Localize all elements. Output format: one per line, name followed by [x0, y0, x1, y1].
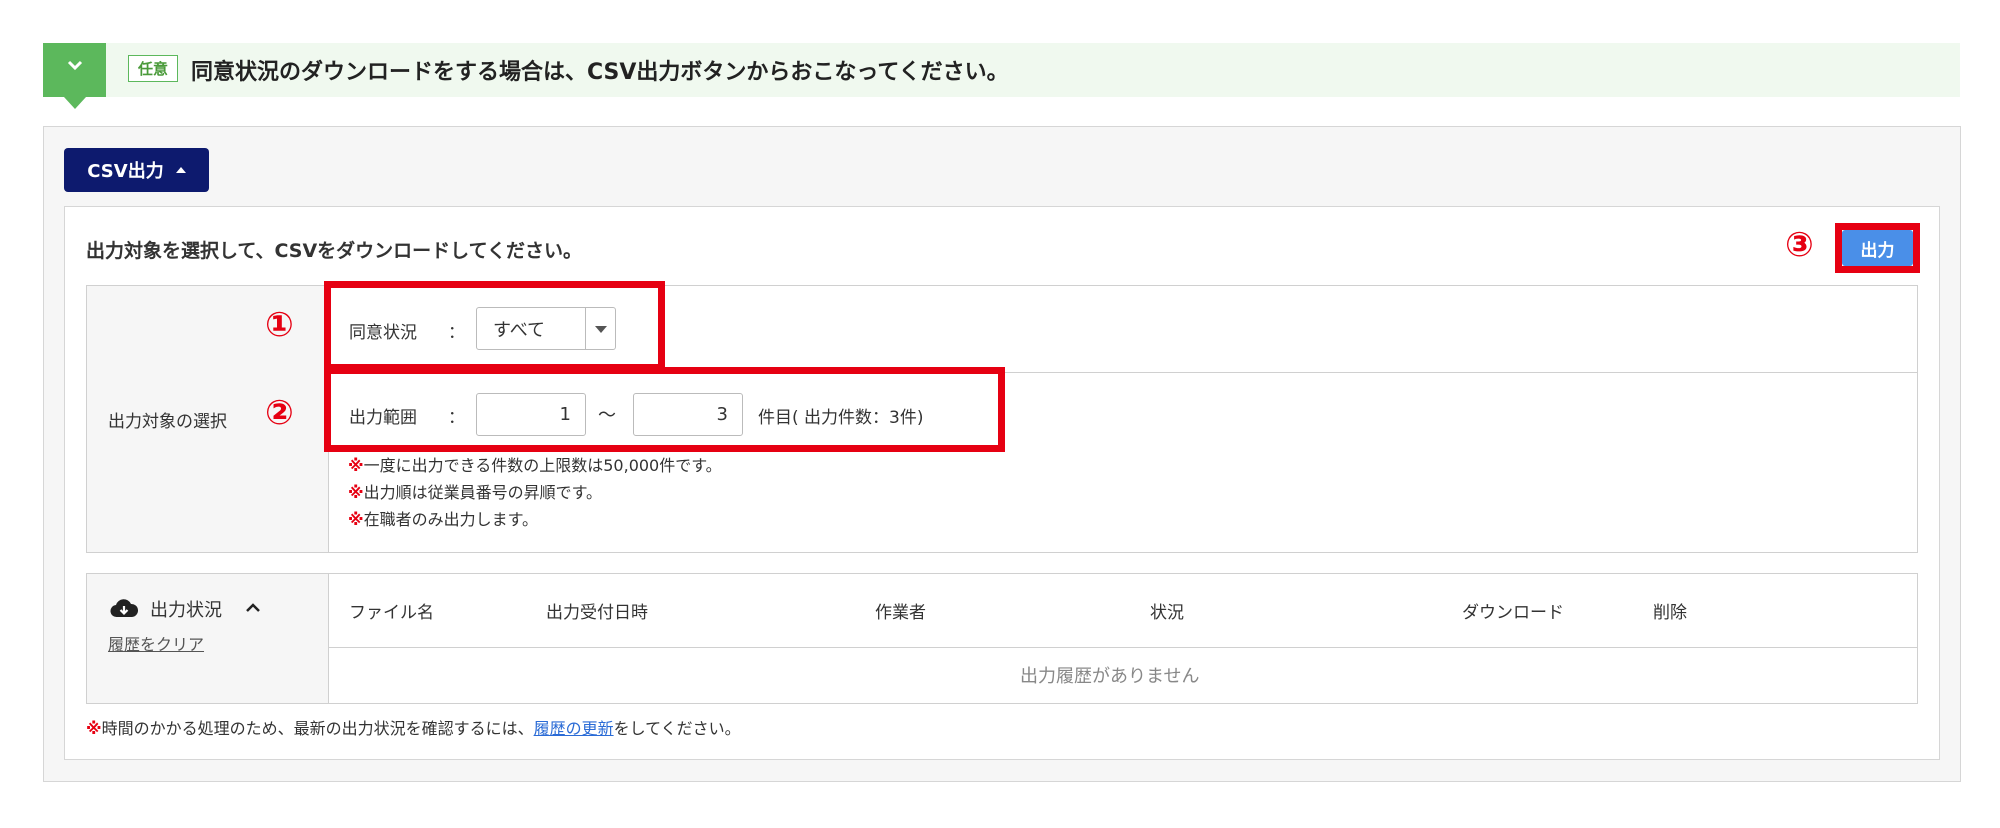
dropdown-arrow-icon[interactable]: [595, 326, 607, 333]
note-employed: ※在職者のみ出力します。: [348, 506, 538, 530]
note-text: 出力順は従業員番号の昇順です。: [363, 483, 602, 502]
select-separator: [585, 308, 586, 349]
csv-export-toggle-button[interactable]: CSV出力: [64, 148, 209, 192]
cloud-download-icon: [110, 598, 139, 622]
optional-badge: 任意: [128, 55, 178, 82]
column-received-at: 出力受付日時: [546, 603, 648, 623]
empty-history-message: 出力履歴がありません: [1020, 666, 1200, 687]
instruction-text: 出力対象を選択して、CSVをダウンロードしてください。: [86, 240, 583, 262]
status-row-divider: [329, 647, 1918, 648]
refresh-note-suffix: をしてください。: [613, 719, 741, 738]
note-limit: ※一度に出力できる件数の上限数は50,000件です。: [348, 452, 722, 476]
note-mark: ※: [348, 456, 364, 475]
column-download: ダウンロード: [1462, 603, 1564, 623]
refresh-note: ※時間のかかる処理のため、最新の出力状況を確認するには、履歴の更新をしてください…: [86, 715, 741, 739]
column-delete: 削除: [1653, 603, 1687, 623]
range-to-input[interactable]: [633, 393, 743, 436]
marker-two: ②: [265, 393, 294, 433]
output-range-label: 出力範囲: [349, 408, 417, 428]
consent-status-label: 同意状況: [349, 323, 417, 343]
range-count-text: 件目( 出力件数：3件): [758, 408, 924, 428]
column-operator: 作業者: [875, 603, 926, 623]
note-mark: ※: [348, 483, 364, 502]
note-text: 在職者のみ出力します。: [363, 510, 538, 529]
note-text: 一度に出力できる件数の上限数は50,000件です。: [363, 456, 722, 475]
output-range-colon: ：: [448, 408, 465, 428]
range-tilde: 〜: [598, 405, 616, 426]
csv-export-toggle-label: CSV出力: [87, 161, 164, 182]
note-mark: ※: [348, 510, 364, 529]
refresh-history-link[interactable]: 履歴の更新: [534, 719, 614, 738]
marker-three: ③: [1785, 225, 1814, 265]
chevron-down-icon[interactable]: [64, 54, 86, 76]
clear-history-link[interactable]: 履歴をクリア: [108, 631, 204, 655]
output-status-table: [86, 573, 1918, 704]
consent-status-colon: ：: [448, 323, 465, 343]
note-mark: ※: [86, 719, 102, 738]
caret-up-icon: [175, 167, 186, 173]
selection-header-label: 出力対象の選択: [108, 412, 227, 432]
column-status: 状況: [1150, 603, 1184, 623]
column-file-name: ファイル名: [349, 603, 434, 623]
note-order: ※出力順は従業員番号の昇順です。: [348, 479, 602, 503]
output-status-title: 出力状況: [150, 600, 222, 621]
range-from-input[interactable]: [476, 393, 586, 436]
refresh-note-prefix: 時間のかかる処理のため、最新の出力状況を確認するには、: [101, 719, 534, 738]
output-button[interactable]: 出力: [1842, 230, 1913, 266]
consent-status-selected-value: すべて: [493, 320, 546, 341]
chevron-up-icon[interactable]: [244, 600, 262, 619]
banner-message: 同意状況のダウンロードをする場合は、CSV出力ボタンからおこなってください。: [191, 60, 1009, 85]
marker-one: ①: [265, 305, 294, 345]
